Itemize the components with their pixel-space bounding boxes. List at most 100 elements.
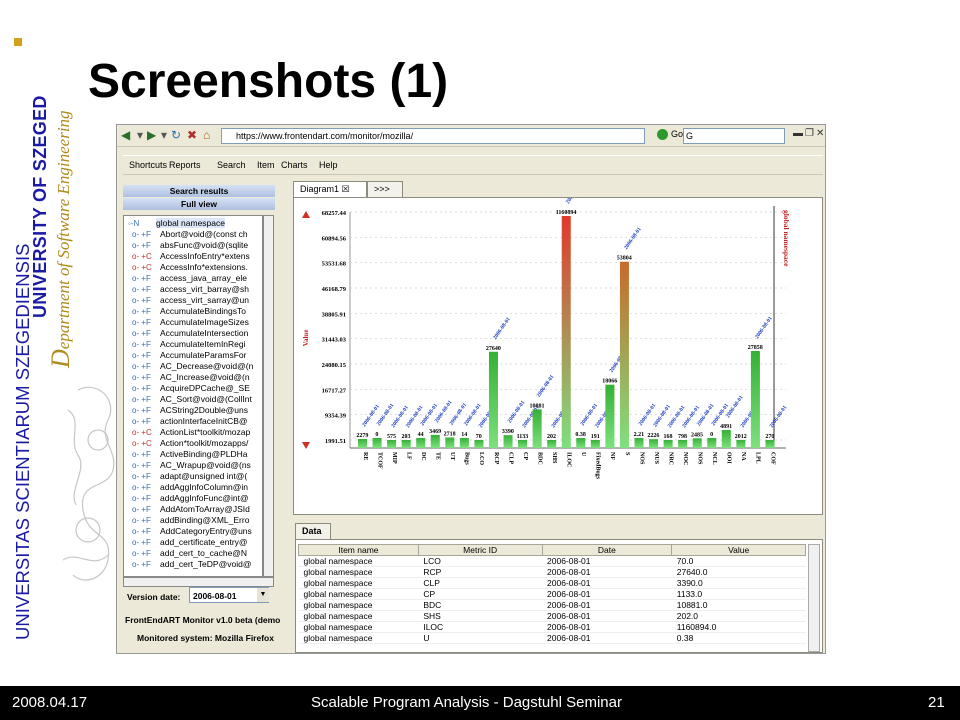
column-header[interactable]: Date <box>541 544 673 556</box>
tree-item[interactable]: o‑ +F Abort@void@(const ch <box>132 229 248 240</box>
chart-bar[interactable] <box>518 440 528 448</box>
search-input[interactable]: G <box>683 128 785 144</box>
menu-shortcuts[interactable]: Shortcuts <box>129 160 167 170</box>
table-row[interactable]: global namespace RCP 2006-08-01 27640.0 <box>298 566 806 578</box>
scroll-down-icon[interactable] <box>302 442 310 449</box>
close-icon[interactable]: ✕ <box>816 128 824 139</box>
menu-item[interactable]: Item <box>257 160 275 170</box>
menu-help[interactable]: Help <box>319 160 338 170</box>
tree-item[interactable]: o‑ +F addAggInfoFunc@int@ <box>132 493 249 504</box>
search-results-header[interactable]: Search results <box>123 185 275 197</box>
url-input[interactable]: https://www.frontendart.com/monitor/mozi… <box>221 128 645 144</box>
column-header[interactable]: Item name <box>298 544 419 556</box>
chart-bar[interactable] <box>678 440 688 448</box>
restore-icon[interactable]: ❐ <box>805 128 814 139</box>
table-row[interactable]: global namespace ILOC 2006-08-01 1160894.0 <box>298 621 806 633</box>
chart-bar[interactable] <box>736 439 746 448</box>
table-row[interactable]: global namespace LCO 2006-08-01 70.0 <box>298 555 806 567</box>
dropdown-icon[interactable]: ▾ <box>161 128 167 142</box>
chart-bar[interactable] <box>488 351 498 448</box>
chart-bar[interactable] <box>532 409 542 448</box>
tree-item[interactable]: o‑ +F access_java_array_ele <box>132 273 247 284</box>
close-icon[interactable]: ☒ <box>342 184 350 194</box>
chart-bar[interactable] <box>474 440 484 448</box>
dropdown-icon[interactable]: ▾ <box>137 128 143 142</box>
tree-item[interactable]: o‑ +F AddCategoryEntry@uns <box>132 526 252 537</box>
tree-item[interactable]: o‑ +F AC_Wrapup@void@(ns <box>132 460 251 471</box>
tree-item[interactable]: o‑ +F addAggInfoColumn@in <box>132 482 248 493</box>
chart-bar[interactable] <box>387 440 397 448</box>
go-button[interactable]: Go <box>657 129 683 141</box>
tree-item[interactable]: o‑ +F add_cert_TeDP@void@ <box>132 559 251 570</box>
minimize-icon[interactable]: ▬ <box>793 128 803 139</box>
table-scrollbar[interactable] <box>808 544 820 652</box>
tree-item[interactable]: o‑ +F AccumulateBindingsTo <box>132 306 246 317</box>
chart-bar[interactable] <box>401 440 411 448</box>
stop-icon[interactable]: ✖ <box>187 128 197 142</box>
tree-item[interactable]: o‑ +F AccumulateParamsFor <box>132 350 246 361</box>
tree-item[interactable]: o‑ +F ActiveBinding@PLDHa <box>132 449 248 460</box>
chart-bar[interactable] <box>605 384 615 448</box>
tree-item[interactable]: o‑ +F AC_Increase@void@(n <box>132 372 250 383</box>
chart-bar[interactable] <box>750 351 760 448</box>
chart-bar[interactable] <box>561 216 571 448</box>
menu-charts[interactable]: Charts <box>281 160 308 170</box>
tab-diagram1[interactable]: Diagram1 ☒ <box>293 181 367 197</box>
chart-bar[interactable] <box>358 439 368 448</box>
tree-item[interactable]: o‑ +C AccessInfoEntry*extens <box>132 251 250 262</box>
chart-bar[interactable] <box>459 438 469 448</box>
chart-bar[interactable] <box>576 438 586 448</box>
chart-bar[interactable] <box>707 438 717 448</box>
column-header[interactable]: Value <box>671 544 806 556</box>
tree-item[interactable]: o‑ +F AccumulateItemInRegi <box>132 339 246 350</box>
tab-data[interactable]: Data <box>295 523 331 539</box>
table-row[interactable]: global namespace SHS 2006-08-01 202.0 <box>298 610 806 622</box>
table-row[interactable]: global namespace BDC 2006-08-01 10881.0 <box>298 599 806 611</box>
tree-item[interactable]: o‑ +F adapt@unsigned int@( <box>132 471 247 482</box>
chart-bar[interactable] <box>619 261 629 448</box>
chart-bar[interactable] <box>634 438 644 448</box>
tree-item[interactable]: o‑ +F access_virt_barray@sh <box>132 284 249 295</box>
tree-item[interactable]: o‑ +F AC_Decrease@void@(n <box>132 361 253 372</box>
tree-scrollbar[interactable] <box>263 215 274 577</box>
tree-item[interactable]: o‑ +C ActionList*toolkit/mozap <box>132 427 250 438</box>
tree-item[interactable]: o‑ +F add_certificate_entry@ <box>132 537 248 548</box>
chart-bar[interactable] <box>590 440 600 448</box>
chart-bar[interactable] <box>416 438 426 448</box>
table-row[interactable]: global namespace CLP 2006-08-01 3390.0 <box>298 577 806 589</box>
reload-icon[interactable]: ↻ <box>171 128 181 142</box>
tree-item[interactable]: o‑ +F AccumulateImageSizes <box>132 317 249 328</box>
tree-item[interactable]: o‑ +C Action*toolkit/mozapps/ <box>132 438 248 449</box>
chart-bar[interactable] <box>547 440 557 448</box>
chart-bar[interactable] <box>663 440 673 448</box>
tab-more[interactable]: >>> <box>367 181 403 197</box>
home-icon[interactable]: ⌂ <box>203 128 210 142</box>
chart-bar[interactable] <box>649 439 659 448</box>
chart-bar[interactable] <box>372 438 382 448</box>
forward-icon[interactable]: ▶ <box>147 128 156 142</box>
chart-bar[interactable] <box>765 440 775 448</box>
tree-item[interactable]: o‑ +F addBinding@XML_Erro <box>132 515 249 526</box>
chart-bar[interactable] <box>692 438 702 448</box>
chart-bar[interactable] <box>721 430 731 448</box>
chart-bar[interactable] <box>503 435 513 448</box>
tree-item[interactable]: o‑ +F ACString2Double@uns <box>132 405 248 416</box>
chevron-down-icon[interactable]: ▼ <box>257 588 269 602</box>
column-header[interactable]: Metric ID <box>417 544 543 556</box>
tree-item[interactable]: o‑ +F absFunc@void@(sqlite <box>132 240 248 251</box>
menu-reports[interactable]: Reports <box>169 160 201 170</box>
back-icon[interactable]: ◀ <box>121 128 130 142</box>
tree-item[interactable]: o‑ +F access_virt_sarray@un <box>132 295 249 306</box>
scroll-up-icon[interactable] <box>302 211 310 218</box>
tree-item[interactable]: o‑ +F AC_Sort@void@(CollInt <box>132 394 252 405</box>
full-view-header[interactable]: Full view <box>123 198 275 210</box>
chart-bar[interactable] <box>430 434 440 448</box>
tree-item[interactable]: o‑ +C AccessInfo*extensions. <box>132 262 248 273</box>
tree-item[interactable]: o‑ +F AccumulateIntersection <box>132 328 248 339</box>
tree-item[interactable]: o‑ +F AddAtomToArray@JSId <box>132 504 250 515</box>
tree-item[interactable]: o‑ +F actionInterfaceInitCB@ <box>132 416 248 427</box>
table-row[interactable]: global namespace CP 2006-08-01 1133.0 <box>298 588 806 600</box>
menu-search[interactable]: Search <box>217 160 246 170</box>
tree-item[interactable]: o‑ +F AcquireDPCache@_SE <box>132 383 250 394</box>
tree-root[interactable]: ◦‑N global namespace <box>128 218 225 229</box>
